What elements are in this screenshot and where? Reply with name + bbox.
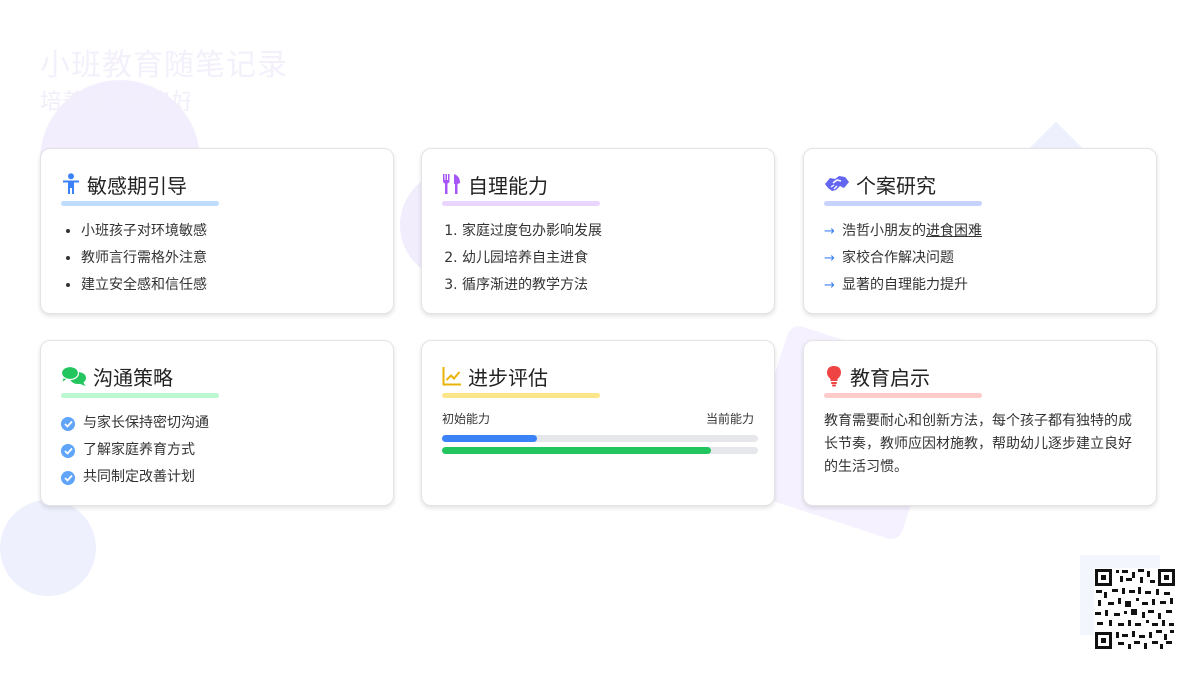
list-item: 共同制定改善计划: [61, 464, 373, 491]
current-progress-track: [442, 447, 758, 454]
card-communication: 沟通策略 与家长保持密切沟通 了解家庭养育方式 共同制定改善计划: [40, 340, 394, 506]
title-underline: [824, 201, 982, 206]
list-item-text: 与家长保持密切沟通: [83, 415, 209, 431]
list-item-text: 了解家庭养育方式: [83, 442, 195, 458]
initial-progress-track: [442, 435, 758, 442]
title-underline: [442, 201, 600, 206]
page-title: 小班教育随笔记录: [40, 48, 288, 83]
list-item: 幼儿园培养自主进食: [462, 245, 754, 272]
card-case-study: 个案研究 → 浩哲小朋友的 进食困难 → 家校合作解决问题 → 显著的自理能力提升: [803, 148, 1157, 314]
child-icon: [61, 173, 81, 195]
check-circle-icon: [61, 470, 75, 485]
check-circle-icon: [61, 443, 75, 458]
card-title: 教育启示: [850, 365, 930, 390]
decorative-circle: [0, 500, 96, 596]
arrow-right-icon: →: [824, 278, 835, 293]
card-progress-evaluation: 进步评估 初始能力 当前能力: [421, 340, 775, 506]
lightbulb-icon: [824, 365, 844, 387]
initial-progress-fill: [442, 435, 537, 442]
initial-ability-label: 初始能力: [442, 412, 491, 426]
list-item: 循序渐进的教学方法: [462, 272, 754, 299]
list-item: 了解家庭养育方式: [61, 437, 373, 464]
check-list: 与家长保持密切沟通 了解家庭养育方式 共同制定改善计划: [61, 410, 373, 491]
card-title: 个案研究: [856, 173, 936, 198]
qr-code: [1094, 568, 1176, 650]
card-title: 沟通策略: [93, 365, 173, 390]
current-ability-label: 当前能力: [705, 412, 754, 426]
card-title: 敏感期引导: [87, 173, 187, 198]
highlighted-text: 进食困难: [926, 223, 982, 239]
bullet-list: 小班孩子对环境敏感 教师言行需格外注意 建立安全感和信任感: [61, 218, 373, 299]
list-item: 建立安全感和信任感: [81, 272, 373, 299]
insight-paragraph: 教育需要耐心和创新方法，每个孩子都有独特的成长节奏，教师应因材施教，帮助幼儿逐步…: [824, 413, 1132, 475]
current-progress-fill: [442, 447, 711, 454]
utensils-icon: [442, 173, 462, 195]
card-title: 自理能力: [468, 173, 548, 198]
list-item-text: 家校合作解决问题: [842, 250, 954, 266]
title-underline: [61, 393, 219, 398]
list-item: → 浩哲小朋友的 进食困难: [824, 218, 1136, 245]
card-self-care: 自理能力 家庭过度包办影响发展 幼儿园培养自主进食 循序渐进的教学方法: [421, 148, 775, 314]
card-education-insight: 教育启示 教育需要耐心和创新方法，每个孩子都有独特的成长节奏，教师应因材施教，帮…: [803, 340, 1157, 506]
numbered-list: 家庭过度包办影响发展 幼儿园培养自主进食 循序渐进的教学方法: [442, 218, 754, 299]
card-sensitive-period: 敏感期引导 小班孩子对环境敏感 教师言行需格外注意 建立安全感和信任感: [40, 148, 394, 314]
progress-labels: 初始能力 当前能力: [442, 410, 754, 427]
list-item: 小班孩子对环境敏感: [81, 218, 373, 245]
list-item: → 家校合作解决问题: [824, 245, 1136, 272]
line-chart-icon: [442, 365, 462, 387]
title-underline: [824, 393, 982, 398]
list-item: → 显著的自理能力提升: [824, 272, 1136, 299]
title-underline: [442, 393, 600, 398]
chat-bubbles-icon: [61, 365, 87, 387]
list-item-text: 浩哲小朋友的: [842, 223, 926, 239]
list-item: 家庭过度包办影响发展: [462, 218, 754, 245]
title-underline: [61, 201, 219, 206]
list-item: 与家长保持密切沟通: [61, 410, 373, 437]
page-subtitle: 培养孩子的良好习惯: [40, 90, 190, 115]
arrow-right-icon: →: [824, 251, 835, 266]
handshake-icon: [824, 173, 850, 195]
list-item-text: 显著的自理能力提升: [842, 277, 968, 293]
list-item-text: 共同制定改善计划: [83, 469, 195, 485]
check-circle-icon: [61, 416, 75, 431]
card-title: 进步评估: [468, 365, 548, 390]
arrow-list: → 浩哲小朋友的 进食困难 → 家校合作解决问题 → 显著的自理能力提升: [824, 218, 1136, 299]
arrow-right-icon: →: [824, 224, 835, 239]
list-item: 教师言行需格外注意: [81, 245, 373, 272]
